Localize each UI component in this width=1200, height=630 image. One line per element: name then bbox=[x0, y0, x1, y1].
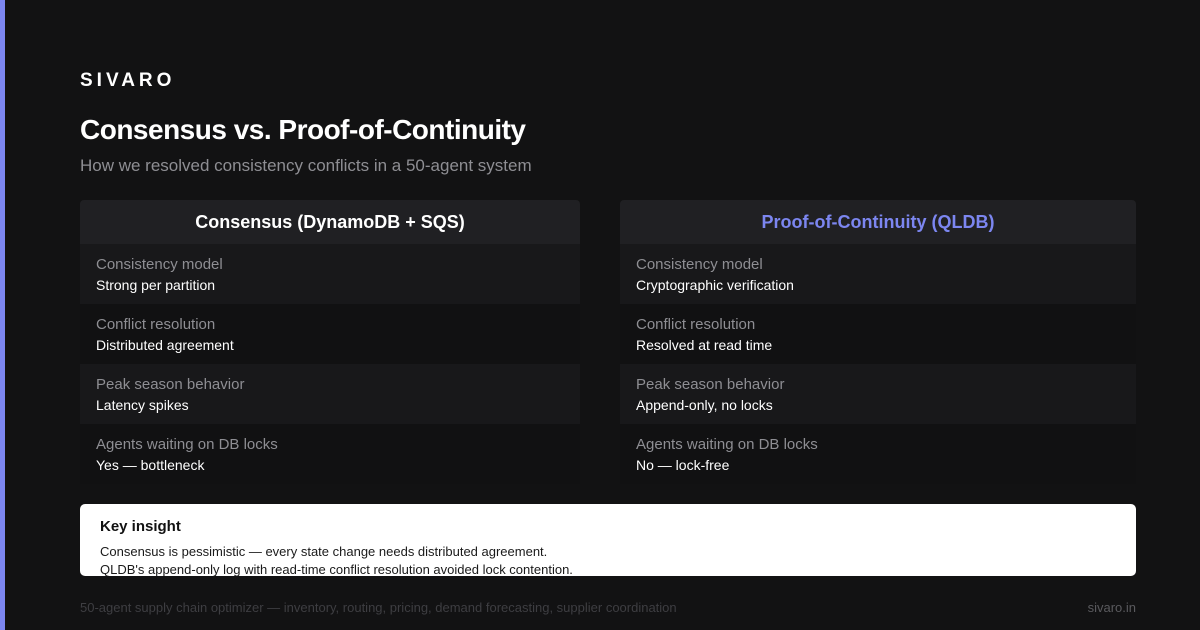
row-label: Conflict resolution bbox=[636, 316, 756, 333]
key-insight-title: Key insight bbox=[100, 518, 181, 535]
accent-bar bbox=[0, 0, 5, 630]
row-value: Resolved at read time bbox=[636, 337, 773, 353]
row-value: Latency spikes bbox=[96, 397, 189, 413]
page-title: Consensus vs. Proof-of-Continuity bbox=[80, 114, 526, 145]
comparison-row: Conflict resolution Distributed agreemen… bbox=[80, 304, 580, 364]
key-insight-card: Key insight Consensus is pessimistic — e… bbox=[80, 504, 1136, 576]
comparison-row: Conflict resolution Resolved at read tim… bbox=[620, 304, 1136, 364]
row-label: Agents waiting on DB locks bbox=[636, 436, 818, 453]
comparison-row: Peak season behavior Latency spikes bbox=[80, 364, 580, 424]
consensus-column-header: Consensus (DynamoDB + SQS) bbox=[80, 200, 580, 244]
row-value: Append-only, no locks bbox=[636, 397, 773, 413]
brand-logo: SIVARO bbox=[80, 70, 176, 91]
proof-of-continuity-column: Proof-of-Continuity (QLDB) Consistency m… bbox=[620, 200, 1136, 484]
comparison-row: Peak season behavior Append-only, no loc… bbox=[620, 364, 1136, 424]
row-value: Distributed agreement bbox=[96, 337, 234, 353]
proof-of-continuity-column-header: Proof-of-Continuity (QLDB) bbox=[620, 200, 1136, 244]
footer-description: 50-agent supply chain optimizer — invent… bbox=[80, 600, 677, 615]
comparison-row: Consistency model Strong per partition bbox=[80, 244, 580, 304]
row-label: Agents waiting on DB locks bbox=[96, 436, 278, 453]
comparison-row: Agents waiting on DB locks No — lock-fre… bbox=[620, 424, 1136, 484]
page-subtitle: How we resolved consistency conflicts in… bbox=[80, 156, 532, 175]
row-label: Consistency model bbox=[96, 256, 223, 273]
row-label: Conflict resolution bbox=[96, 316, 216, 333]
row-value: Yes — bottleneck bbox=[96, 457, 205, 473]
footer-website: sivaro.in bbox=[1087, 600, 1136, 615]
key-insight-line: Consensus is pessimistic — every state c… bbox=[100, 544, 548, 559]
row-value: Cryptographic verification bbox=[636, 277, 794, 293]
row-value: Strong per partition bbox=[96, 277, 216, 293]
comparison-row: Agents waiting on DB locks Yes — bottlen… bbox=[80, 424, 580, 484]
row-label: Consistency model bbox=[636, 256, 763, 273]
row-value: No — lock-free bbox=[636, 457, 730, 473]
row-label: Peak season behavior bbox=[636, 376, 785, 393]
row-label: Peak season behavior bbox=[96, 376, 245, 393]
consensus-column: Consensus (DynamoDB + SQS) Consistency m… bbox=[80, 200, 580, 484]
comparison-row: Consistency model Cryptographic verifica… bbox=[620, 244, 1136, 304]
key-insight-line: QLDB's append-only log with read-time co… bbox=[100, 562, 573, 576]
